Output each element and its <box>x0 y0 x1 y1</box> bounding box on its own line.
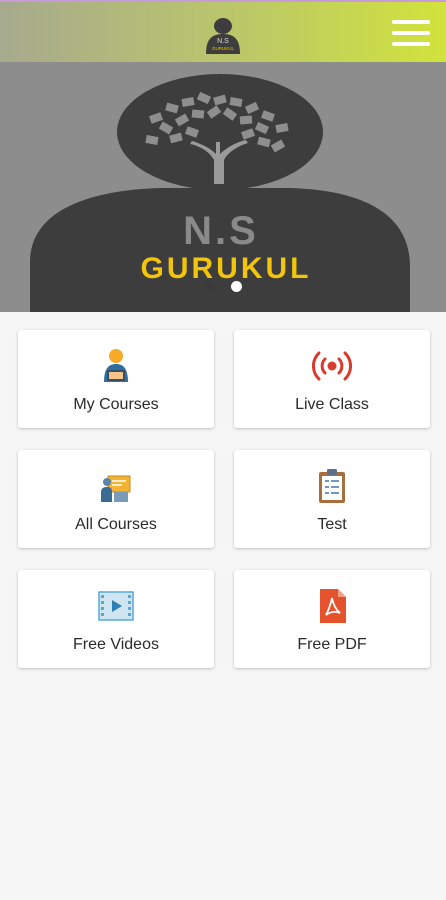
free-videos-label: Free Videos <box>73 636 159 653</box>
student-reading-icon <box>104 349 128 382</box>
test-button[interactable]: Test <box>234 450 430 548</box>
clipboard-checklist-icon <box>319 469 345 503</box>
pdf-file-icon <box>320 589 346 623</box>
all-courses-label: All Courses <box>75 516 157 533</box>
free-pdf-label: Free PDF <box>297 636 367 653</box>
hamburger-menu-icon[interactable] <box>392 20 430 46</box>
test-label: Test <box>317 516 347 533</box>
svg-text:N.S: N.S <box>183 209 259 253</box>
free-videos-button[interactable]: Free Videos <box>18 570 214 668</box>
carousel-dot-1[interactable] <box>204 281 215 292</box>
video-play-icon <box>98 591 134 621</box>
my-courses-button[interactable]: My Courses <box>18 330 214 428</box>
carousel-indicator <box>204 281 248 293</box>
live-broadcast-icon <box>312 351 352 381</box>
teacher-board-icon <box>101 475 131 502</box>
app-header: N.S GURUKUL <box>0 0 446 62</box>
live-class-label: Live Class <box>295 396 369 413</box>
svg-text:N.S: N.S <box>217 38 229 45</box>
free-pdf-button[interactable]: Free PDF <box>234 570 430 668</box>
carousel-dot-2-active[interactable] <box>231 281 242 292</box>
app-logo: N.S GURUKUL <box>206 18 240 54</box>
live-class-button[interactable]: Live Class <box>234 330 430 428</box>
svg-text:GURUKUL: GURUKUL <box>212 46 235 51</box>
my-courses-label: My Courses <box>73 396 159 413</box>
brand-logo: N.S GURUKUL <box>30 74 410 312</box>
all-courses-button[interactable]: All Courses <box>18 450 214 548</box>
banner-carousel[interactable]: N.S GURUKUL <box>0 62 446 312</box>
